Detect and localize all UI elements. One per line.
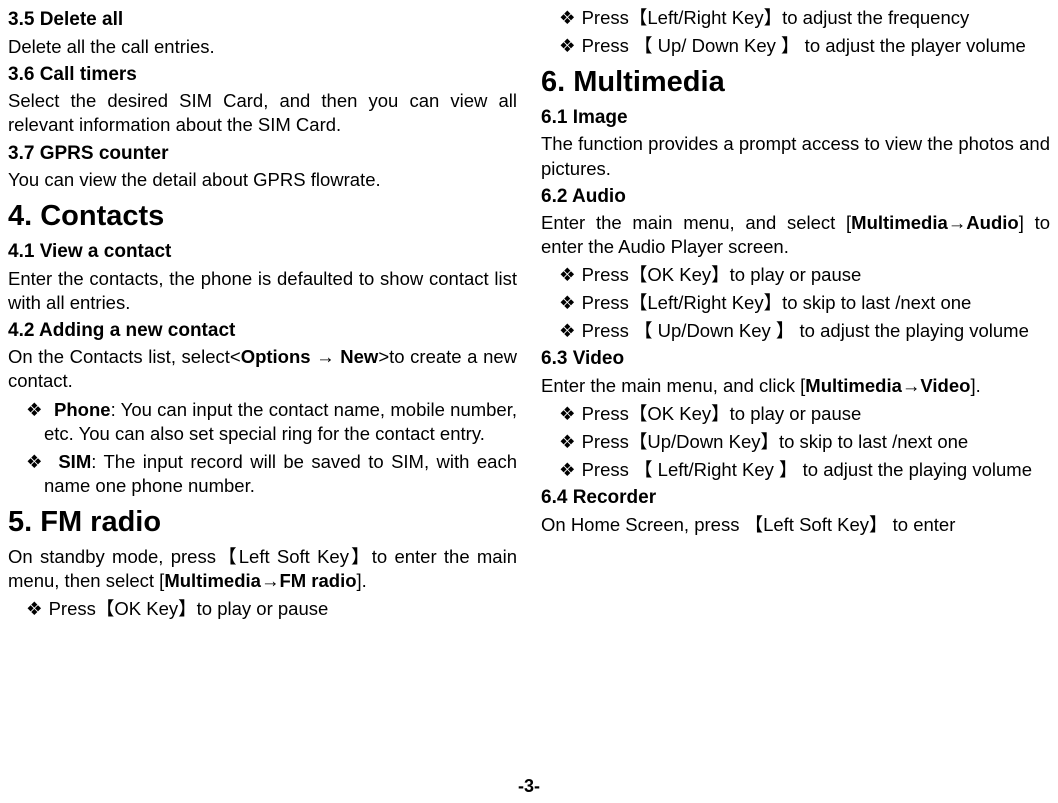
text-bold: Phone bbox=[54, 399, 111, 420]
list-item: Press【Up/Down Key】to skip to last /next … bbox=[541, 430, 1050, 454]
left-column: 3.5 Delete all Delete all the call entri… bbox=[8, 4, 517, 770]
text-bold: Multimedia bbox=[851, 212, 948, 233]
section-6-1-title: 6.1 Image bbox=[541, 106, 1050, 131]
list-item: SIM: The input record will be saved to S… bbox=[8, 450, 517, 498]
text-fragment: → bbox=[311, 346, 341, 367]
text-bold: Options bbox=[241, 346, 311, 367]
list-item: Press【Left/Right Key】to adjust the frequ… bbox=[541, 6, 1050, 30]
page: 3.5 Delete all Delete all the call entri… bbox=[0, 0, 1058, 803]
text-fragment: : You can input the contact name, mobile… bbox=[44, 399, 517, 444]
list-item: Press【OK Key】to play or pause bbox=[541, 263, 1050, 287]
section-6-2-title: 6.2 Audio bbox=[541, 185, 1050, 210]
text-fragment: → bbox=[948, 212, 967, 233]
section-4-title: 4. Contacts bbox=[8, 198, 517, 236]
text-bold: New bbox=[340, 346, 378, 367]
section-6-2-list: Press【OK Key】to play or pause Press【Left… bbox=[541, 263, 1050, 343]
section-3-5-body: Delete all the call entries. bbox=[8, 35, 517, 59]
section-4-2-body: On the Contacts list, select<Options → N… bbox=[8, 345, 517, 393]
text-bold: Multimedia bbox=[164, 570, 261, 591]
section-6-2-body: Enter the main menu, and select [Multime… bbox=[541, 211, 1050, 259]
list-item: Press 【 Up/ Down Key 】 to adjust the pla… bbox=[541, 34, 1050, 58]
list-item: Press【OK Key】to play or pause bbox=[8, 597, 517, 621]
text-bold: Multimedia bbox=[805, 375, 902, 396]
text-bold: Audio bbox=[966, 212, 1018, 233]
section-6-4-body: On Home Screen, press 【Left Soft Key】 to… bbox=[541, 513, 1050, 537]
text-fragment: ]. bbox=[970, 375, 980, 396]
section-6-4-title: 6.4 Recorder bbox=[541, 486, 1050, 511]
section-3-5-title: 3.5 Delete all bbox=[8, 8, 517, 33]
section-3-6-title: 3.6 Call timers bbox=[8, 63, 517, 88]
section-3-7-title: 3.7 GPRS counter bbox=[8, 142, 517, 167]
list-item: Press 【 Left/Right Key 】 to adjust the p… bbox=[541, 458, 1050, 482]
section-6-3-list: Press【OK Key】to play or pause Press【Up/D… bbox=[541, 402, 1050, 482]
fm-list-continued: Press【Left/Right Key】to adjust the frequ… bbox=[541, 6, 1050, 58]
right-column: Press【Left/Right Key】to adjust the frequ… bbox=[541, 4, 1050, 770]
page-number: -3- bbox=[8, 770, 1050, 803]
section-6-3-title: 6.3 Video bbox=[541, 347, 1050, 372]
section-3-6-body: Select the desired SIM Card, and then yo… bbox=[8, 89, 517, 137]
text-fragment: → bbox=[902, 375, 921, 396]
text-bold: FM radio bbox=[279, 570, 356, 591]
section-5-body: On standby mode, press【Left Soft Key】to … bbox=[8, 545, 517, 593]
text-fragment: Enter the main menu, and click [ bbox=[541, 375, 805, 396]
section-5-title: 5. FM radio bbox=[8, 504, 517, 542]
text-fragment: → bbox=[261, 570, 280, 591]
section-4-1-title: 4.1 View a contact bbox=[8, 240, 517, 265]
text-bold: Video bbox=[920, 375, 970, 396]
text-fragment: ]. bbox=[357, 570, 367, 591]
text-fragment: On the Contacts list, select< bbox=[8, 346, 241, 367]
columns-wrapper: 3.5 Delete all Delete all the call entri… bbox=[8, 4, 1050, 770]
section-6-1-body: The function provides a prompt access to… bbox=[541, 132, 1050, 180]
list-item: Press 【 Up/Down Key 】 to adjust the play… bbox=[541, 319, 1050, 343]
list-item: Press【OK Key】to play or pause bbox=[541, 402, 1050, 426]
text-bold: SIM bbox=[58, 451, 91, 472]
section-4-1-body: Enter the contacts, the phone is default… bbox=[8, 267, 517, 315]
section-3-7-body: You can view the detail about GPRS flowr… bbox=[8, 168, 517, 192]
section-4-2-title: 4.2 Adding a new contact bbox=[8, 319, 517, 344]
list-item: Phone: You can input the contact name, m… bbox=[8, 398, 517, 446]
section-6-3-body: Enter the main menu, and click [Multimed… bbox=[541, 374, 1050, 398]
section-6-title: 6. Multimedia bbox=[541, 64, 1050, 102]
section-4-2-list: Phone: You can input the contact name, m… bbox=[8, 398, 517, 498]
text-fragment: : The input record will be saved to SIM,… bbox=[44, 451, 517, 496]
list-item: Press【Left/Right Key】to skip to last /ne… bbox=[541, 291, 1050, 315]
text-fragment: Enter the main menu, and select [ bbox=[541, 212, 851, 233]
section-5-list: Press【OK Key】to play or pause bbox=[8, 597, 517, 621]
